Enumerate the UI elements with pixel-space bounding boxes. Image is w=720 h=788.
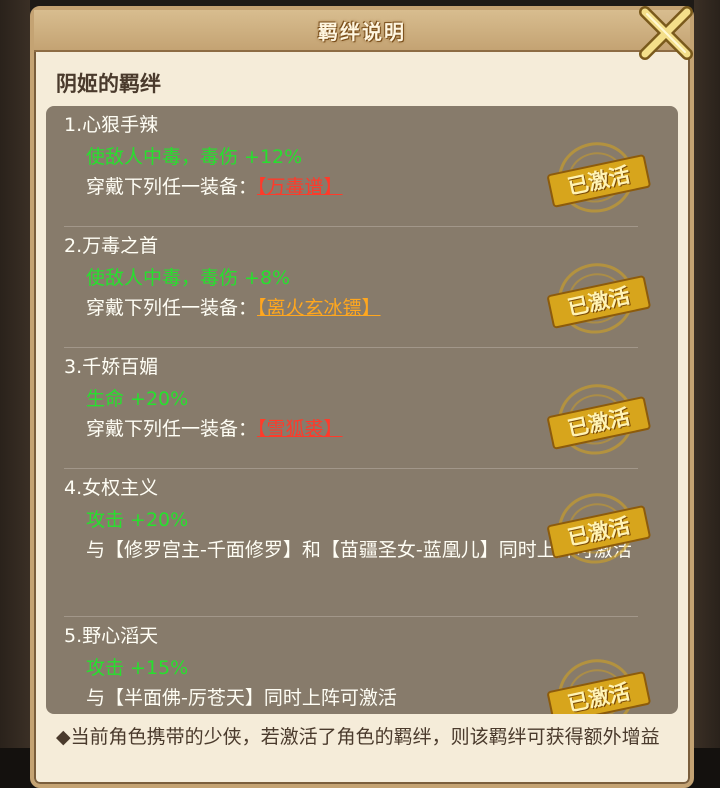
requirement-prefix: 穿戴下列任一装备：	[86, 297, 258, 319]
background-right	[694, 0, 720, 788]
bond-name: 4.女权主义	[64, 477, 159, 499]
background-left	[0, 0, 30, 788]
bond-item: 5.野心滔天 攻击 +15% 与【半面佛-厉苍天】同时上阵可激活 已激活	[46, 617, 678, 714]
equipment-link[interactable]: 【万毒谱】	[257, 176, 343, 198]
close-x-icon	[639, 6, 693, 60]
bond-item: 1.心狠手辣 使敌人中毒，毒伤 +12% 穿戴下列任一装备：【万毒谱】 已激活	[46, 106, 678, 227]
dialog-title-bar: 羁绊说明	[34, 10, 690, 52]
bond-effect: 攻击 +20%	[86, 509, 189, 531]
bond-item: 3.千娇百媚 生命 +20% 穿戴下列任一装备：【雪狐裘】 已激活	[46, 348, 678, 469]
activated-stamp: 已激活	[542, 132, 654, 221]
bond-name: 5.野心滔天	[64, 625, 159, 647]
bond-effect: 生命 +20%	[86, 388, 189, 410]
requirement-prefix: 穿戴下列任一装备：	[86, 418, 258, 440]
bond-effect: 使敌人中毒，毒伤 +8%	[86, 267, 291, 289]
requirement-prefix: 穿戴下列任一装备：	[86, 176, 258, 198]
equipment-link[interactable]: 【雪狐裘】	[257, 418, 343, 440]
activated-stamp: 已激活	[542, 649, 654, 714]
bond-effect: 攻击 +15%	[86, 657, 189, 679]
activated-stamp: 已激活	[542, 253, 654, 342]
bond-name: 2.万毒之首	[64, 235, 159, 257]
dialog-title: 羁绊说明	[318, 19, 406, 44]
bond-name: 3.千娇百媚	[64, 356, 159, 378]
character-bond-heading: 阴姬的羁绊	[56, 72, 161, 96]
footer-note: ◆当前角色携带的少侠，若激活了角色的羁绊，则该羁绊可获得额外增益	[56, 726, 660, 748]
close-button[interactable]	[634, 4, 698, 62]
bond-dialog: 羁绊说明 阴姬的羁绊 1.心狠手辣 使敌人中毒，毒伤 +12% 穿戴下列任一装备…	[30, 6, 694, 788]
equipment-link[interactable]: 【离火玄冰镖】	[257, 297, 381, 319]
bond-list[interactable]: 1.心狠手辣 使敌人中毒，毒伤 +12% 穿戴下列任一装备：【万毒谱】 已激活 …	[46, 106, 678, 714]
bond-item: 4.女权主义 攻击 +20% 与【修罗宫主-千面修罗】和【苗疆圣女-蓝凰儿】同时…	[46, 469, 678, 617]
activated-stamp: 已激活	[542, 374, 654, 463]
bond-name: 1.心狠手辣	[64, 114, 159, 136]
bond-item: 2.万毒之首 使敌人中毒，毒伤 +8% 穿戴下列任一装备：【离火玄冰镖】 已激活	[46, 227, 678, 348]
bond-effect: 使敌人中毒，毒伤 +12%	[86, 146, 303, 168]
